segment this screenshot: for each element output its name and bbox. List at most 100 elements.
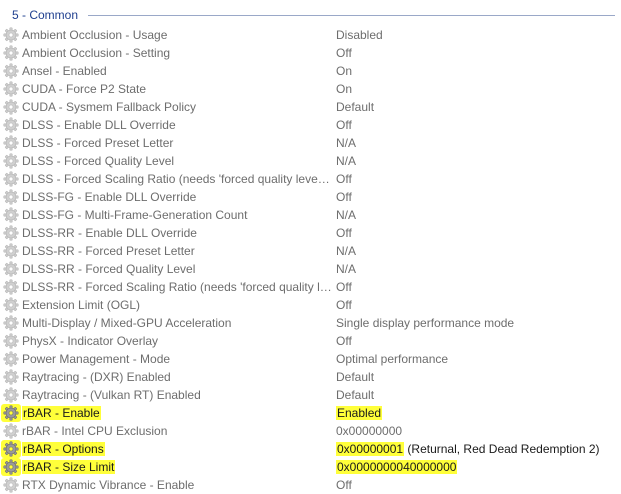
setting-row[interactable]: rBAR - Size Limit 0x0000000040000000 (0, 458, 621, 476)
setting-value: On (336, 64, 353, 78)
setting-value: Disabled (336, 28, 383, 42)
gear-icon (3, 45, 19, 61)
setting-row[interactable]: Power Management - Mode Optimal performan… (0, 350, 621, 368)
setting-row[interactable]: Raytracing - (Vulkan RT) Enabled Default (0, 386, 621, 404)
setting-row[interactable]: DLSS-RR - Forced Quality Level N/A (0, 260, 621, 278)
setting-value: Off (336, 478, 352, 492)
setting-name: CUDA - Sysmem Fallback Policy (22, 100, 197, 114)
setting-name: Multi-Display / Mixed-GPU Acceleration (22, 316, 232, 330)
gear-icon (3, 279, 19, 295)
setting-row[interactable]: DLSS-FG - Multi-Frame-Generation Count N/… (0, 206, 621, 224)
setting-value: Off (336, 172, 352, 186)
setting-row[interactable]: Raytracing - (DXR) Enabled Default (0, 368, 621, 386)
setting-value: Off (336, 118, 352, 132)
setting-name: DLSS-FG - Multi-Frame-Generation Count (22, 208, 248, 222)
settings-list: Ambient Occlusion - Usage Disabled Ambient… (0, 26, 621, 494)
setting-value: Default (336, 100, 375, 114)
gear-icon (3, 351, 19, 367)
section-title: 5 - Common (12, 7, 83, 23)
setting-value: Default (336, 388, 375, 402)
setting-row[interactable]: Multi-Display / Mixed-GPU Acceleration Si… (0, 314, 621, 332)
gear-icon (3, 81, 19, 97)
setting-value: Single display performance mode (336, 316, 515, 330)
setting-row[interactable]: DLSS-RR - Enable DLL Override Off (0, 224, 621, 242)
setting-value: Off (336, 298, 352, 312)
setting-value: On (336, 82, 353, 96)
setting-name: Raytracing - (DXR) Enabled (22, 370, 171, 384)
setting-value-text: 0x00000001 (336, 442, 405, 456)
setting-value: N/A (336, 244, 357, 258)
setting-value: N/A (336, 136, 357, 150)
gear-icon (3, 297, 19, 313)
setting-name: Ansel - Enabled (22, 64, 107, 78)
gear-icon (3, 459, 19, 475)
gear-icon (3, 369, 19, 385)
gear-icon (3, 207, 19, 223)
gear-icon (3, 117, 19, 133)
gear-icon (3, 189, 19, 205)
setting-name: rBAR - Options (22, 440, 332, 458)
gear-icon (3, 243, 19, 259)
section-header[interactable]: 5 - Common (0, 6, 621, 24)
setting-row[interactable]: DLSS - Forced Quality Level N/A (0, 152, 621, 170)
setting-name: DLSS-RR - Forced Scaling Ratio (needs 'f… (22, 280, 332, 294)
setting-row[interactable]: PhysX - Indicator Overlay Off (0, 332, 621, 350)
setting-row[interactable]: Extension Limit (OGL) Off (0, 296, 621, 314)
setting-row[interactable]: DLSS - Enable DLL Override Off (0, 116, 621, 134)
gear-icon (3, 387, 19, 403)
setting-name: DLSS-RR - Forced Preset Letter (22, 244, 195, 258)
gear-icon (3, 135, 19, 151)
gear-icon (3, 261, 19, 277)
setting-name: Extension Limit (OGL) (22, 298, 141, 312)
setting-row[interactable]: RTX Dynamic Vibrance - Enable Off (0, 476, 621, 494)
setting-row[interactable]: rBAR - Options 0x00000001 (Returnal, Red … (0, 440, 621, 458)
setting-value-text: Enabled (336, 406, 383, 420)
setting-name: DLSS-RR - Enable DLL Override (22, 226, 197, 240)
setting-value: N/A (336, 208, 357, 222)
setting-name-text: rBAR - Options (22, 442, 105, 456)
setting-name: DLSS - Forced Quality Level (22, 154, 175, 168)
gear-icon (3, 63, 19, 79)
setting-value: 0x00000000 (336, 424, 403, 438)
gear-icon (3, 99, 19, 115)
setting-row[interactable]: CUDA - Sysmem Fallback Policy Default (0, 98, 621, 116)
gear-icon (3, 405, 19, 421)
setting-name: DLSS-FG - Enable DLL Override (22, 190, 197, 204)
setting-name: CUDA - Force P2 State (22, 82, 147, 96)
setting-row[interactable]: DLSS - Forced Preset Letter N/A (0, 134, 621, 152)
setting-row[interactable]: Ansel - Enabled On (0, 62, 621, 80)
setting-row[interactable]: Ambient Occlusion - Setting Off (0, 44, 621, 62)
setting-name: DLSS - Forced Scaling Ratio (needs 'forc… (22, 172, 332, 186)
setting-value: 0x0000000040000000 (336, 458, 616, 476)
setting-value: N/A (336, 262, 357, 276)
setting-value: Off (336, 190, 352, 204)
setting-value: Enabled (336, 404, 616, 422)
setting-name: DLSS-RR - Forced Quality Level (22, 262, 196, 276)
setting-row[interactable]: CUDA - Force P2 State On (0, 80, 621, 98)
gear-icon (3, 225, 19, 241)
gear-icon (3, 441, 19, 457)
setting-row[interactable]: rBAR - Intel CPU Exclusion 0x00000000 (0, 422, 621, 440)
gear-icon (3, 153, 19, 169)
setting-value: Off (336, 46, 352, 60)
setting-value: 0x00000001 (Returnal, Red Dead Redemptio… (336, 440, 616, 458)
setting-name-text: rBAR - Enable (22, 406, 101, 420)
setting-row[interactable]: Ambient Occlusion - Usage Disabled (0, 26, 621, 44)
setting-name: Power Management - Mode (22, 352, 171, 366)
setting-value: Optimal performance (336, 352, 449, 366)
setting-value: N/A (336, 154, 357, 168)
setting-row[interactable]: DLSS-FG - Enable DLL Override Off (0, 188, 621, 206)
setting-value: Off (336, 334, 352, 348)
setting-name-text: rBAR - Size Limit (22, 460, 116, 474)
setting-name: Raytracing - (Vulkan RT) Enabled (22, 388, 201, 402)
setting-name: Ambient Occlusion - Usage (22, 28, 168, 42)
setting-row[interactable]: DLSS - Forced Scaling Ratio (needs 'forc… (0, 170, 621, 188)
setting-value: Default (336, 370, 375, 384)
setting-row[interactable]: DLSS-RR - Forced Preset Letter N/A (0, 242, 621, 260)
gear-icon (3, 315, 19, 331)
setting-row[interactable]: DLSS-RR - Forced Scaling Ratio (needs 'f… (0, 278, 621, 296)
gear-icon (3, 423, 19, 439)
setting-row[interactable]: rBAR - Enable Enabled (0, 404, 621, 422)
setting-name: Ambient Occlusion - Setting (22, 46, 171, 60)
setting-name: RTX Dynamic Vibrance - Enable (22, 478, 195, 492)
